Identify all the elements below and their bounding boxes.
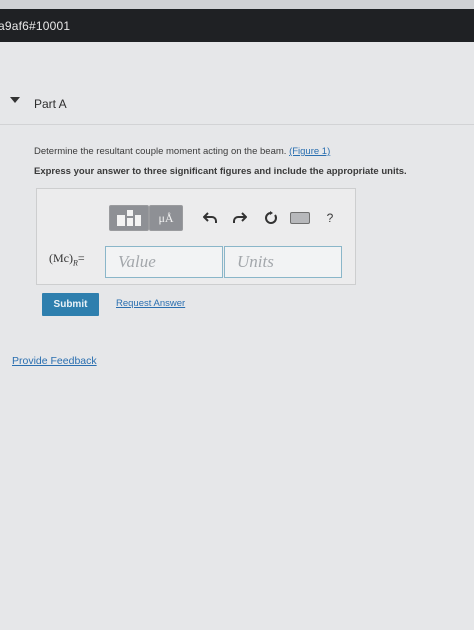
undo-icon[interactable]: [199, 207, 221, 229]
answer-variable-label: (Mc)R=: [49, 251, 85, 267]
help-icon[interactable]: ?: [319, 207, 341, 229]
equals-sign: =: [77, 251, 85, 265]
variable-name: (Mc): [49, 251, 73, 265]
provide-feedback-link[interactable]: Provide Feedback: [12, 355, 97, 367]
templates-button[interactable]: [109, 205, 149, 231]
figure-link[interactable]: (Figure 1): [289, 146, 330, 157]
keyboard-icon[interactable]: [289, 207, 311, 229]
section-divider: [0, 124, 474, 125]
reset-icon[interactable]: [260, 207, 282, 229]
redo-icon[interactable]: [229, 207, 251, 229]
question-statement: Determine the resultant couple moment ac…: [34, 146, 287, 157]
header-bar: a9af6#10001: [0, 0, 474, 42]
answer-panel: μÅ ? (Mc)R=: [36, 188, 356, 285]
collapse-triangle-icon[interactable]: [10, 97, 20, 103]
value-input[interactable]: [105, 246, 223, 278]
templates-icon: [117, 210, 141, 226]
part-title: Part A: [34, 97, 67, 111]
request-answer-link[interactable]: Request Answer: [116, 298, 185, 309]
question-text: Determine the resultant couple moment ac…: [34, 146, 330, 157]
header-title: a9af6#10001: [0, 19, 71, 33]
instruction-text: Express your answer to three significant…: [34, 166, 407, 177]
submit-button[interactable]: Submit: [42, 293, 99, 316]
units-input[interactable]: [224, 246, 342, 278]
units-button[interactable]: μÅ: [149, 205, 183, 231]
